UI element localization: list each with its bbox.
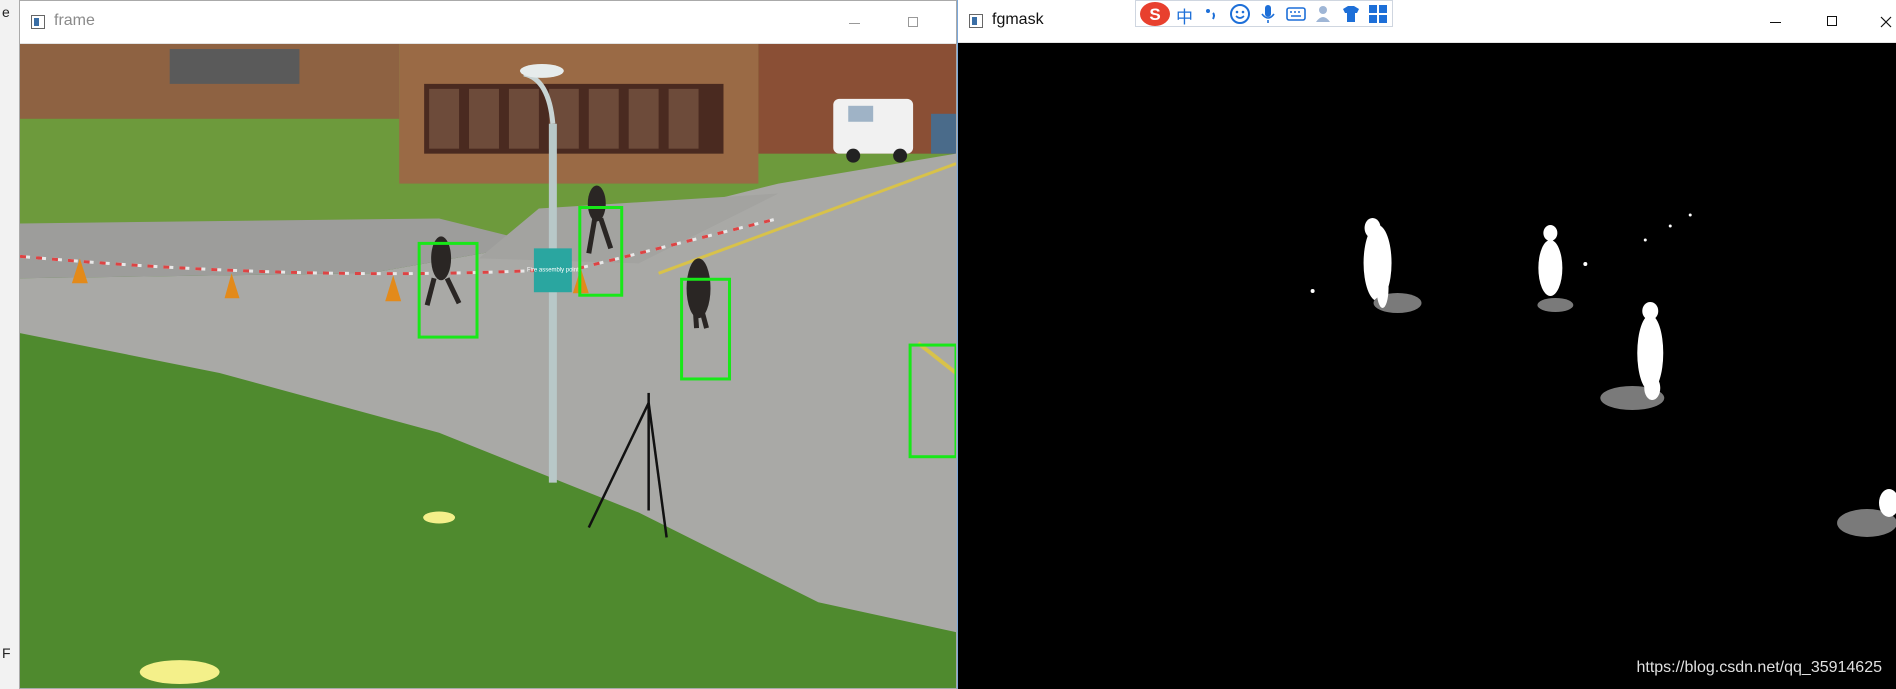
close-button[interactable] <box>1863 9 1896 35</box>
watermark: https://blog.csdn.net/qq_35914625 <box>1636 659 1882 676</box>
close-icon <box>1880 16 1892 28</box>
lamp-post <box>548 123 557 483</box>
ime-language-toggle[interactable]: 中 <box>1176 3 1193 28</box>
app-icon <box>31 15 45 29</box>
fgmask-titlebar[interactable]: fgmask <box>958 0 1896 43</box>
minimize-button[interactable] <box>832 10 878 36</box>
window-title: fgmask <box>992 11 1044 28</box>
window-title: frame <box>54 12 95 29</box>
fgmask-window[interactable]: fgmask https://blog.csdn.net/qq_35914625 <box>957 0 1896 689</box>
frame-titlebar[interactable]: frame <box>20 1 956 44</box>
fgmask-video: https://blog.csdn.net/qq_35914625 <box>958 43 1896 689</box>
toolbox-icon[interactable] <box>1367 3 1389 25</box>
maximize-button[interactable] <box>890 10 936 36</box>
camera-scene: Fire assembly point <box>20 44 956 688</box>
sogou-logo-icon[interactable]: S <box>1139 1 1171 27</box>
emoji-icon[interactable] <box>1229 3 1251 25</box>
keyboard-icon[interactable] <box>1285 3 1307 25</box>
minimize-button[interactable] <box>1753 9 1799 35</box>
punctuation-icon[interactable] <box>1201 3 1223 25</box>
background-window-strip: e F <box>0 0 21 689</box>
skin-icon[interactable] <box>1340 3 1362 25</box>
sign-text: Fire assembly point <box>527 267 579 273</box>
user-icon[interactable] <box>1313 3 1335 25</box>
frame-video: Fire assembly point <box>20 44 956 688</box>
strip-letter: F <box>2 645 11 661</box>
strip-letter: e <box>2 4 10 20</box>
maximize-button[interactable] <box>1809 9 1855 35</box>
svg-text:S: S <box>1149 5 1160 24</box>
foreground-mask <box>958 43 1896 689</box>
app-icon <box>969 14 983 28</box>
close-button[interactable] <box>940 10 956 36</box>
frame-window[interactable]: frame Fire assembly point <box>19 0 957 689</box>
ime-toolbar[interactable]: S 中 <box>1135 0 1393 27</box>
microphone-icon[interactable] <box>1257 3 1279 25</box>
